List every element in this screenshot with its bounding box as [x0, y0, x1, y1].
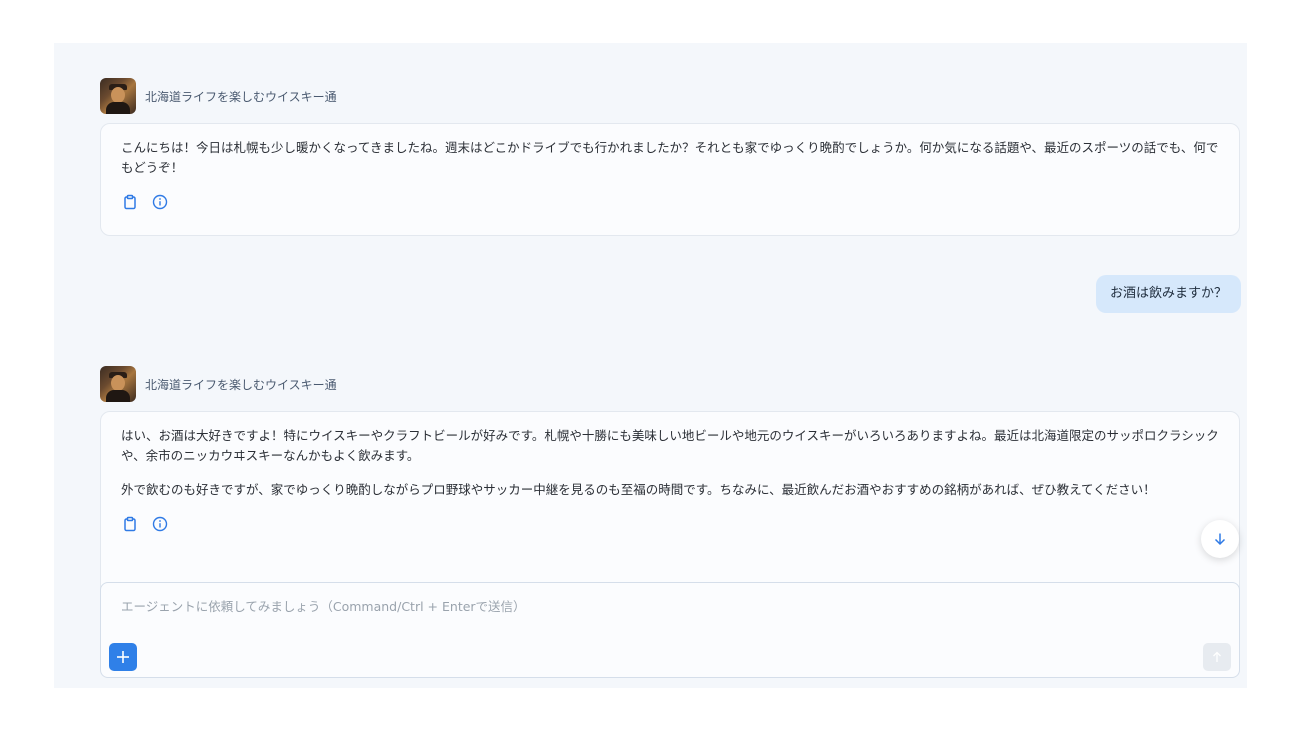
- plus-icon: [117, 651, 129, 663]
- message-composer: [100, 582, 1240, 678]
- agent-header: 北海道ライフを楽しむウイスキー通: [100, 366, 337, 402]
- add-button[interactable]: [109, 643, 137, 671]
- agent-header: 北海道ライフを楽しむウイスキー通: [100, 78, 337, 114]
- info-icon[interactable]: [151, 515, 169, 533]
- agent-message: はい、お酒は大好きですよ！特にウイスキーやクラフトビールが好みです。札幌や十勝に…: [100, 411, 1240, 601]
- message-actions: [121, 192, 1219, 212]
- clipboard-icon[interactable]: [121, 193, 139, 211]
- user-message: お酒は飲みますか？: [1095, 275, 1241, 313]
- message-text: はい、お酒は大好きですよ！特にウイスキーやクラフトビールが好みです。札幌や十勝に…: [121, 428, 1219, 463]
- send-button[interactable]: [1203, 643, 1231, 671]
- info-icon[interactable]: [151, 193, 169, 211]
- arrow-up-icon: [1213, 651, 1221, 662]
- agent-message: こんにちは！今日は札幌も少し暖かくなってきましたね。週末はどこかドライブでも行か…: [100, 123, 1240, 236]
- agent-name: 北海道ライフを楽しむウイスキー通: [145, 377, 337, 392]
- arrow-down-icon: [1214, 533, 1226, 546]
- chat-panel: 北海道ライフを楽しむウイスキー通 こんにちは！今日は札幌も少し暖かくなってきまし…: [54, 43, 1247, 688]
- avatar: [100, 78, 136, 114]
- clipboard-icon[interactable]: [121, 515, 139, 533]
- agent-name: 北海道ライフを楽しむウイスキー通: [145, 89, 337, 104]
- message-actions: [121, 514, 1219, 534]
- scroll-to-bottom-button[interactable]: [1201, 520, 1239, 558]
- message-text: こんにちは！今日は札幌も少し暖かくなってきましたね。週末はどこかドライブでも行か…: [121, 140, 1219, 175]
- message-input[interactable]: [121, 599, 1211, 614]
- avatar: [100, 366, 136, 402]
- message-text: 外で飲むのも好きですが、家でゆっくり晩酌しながらプロ野球やサッカー中継を見るのも…: [121, 482, 1156, 497]
